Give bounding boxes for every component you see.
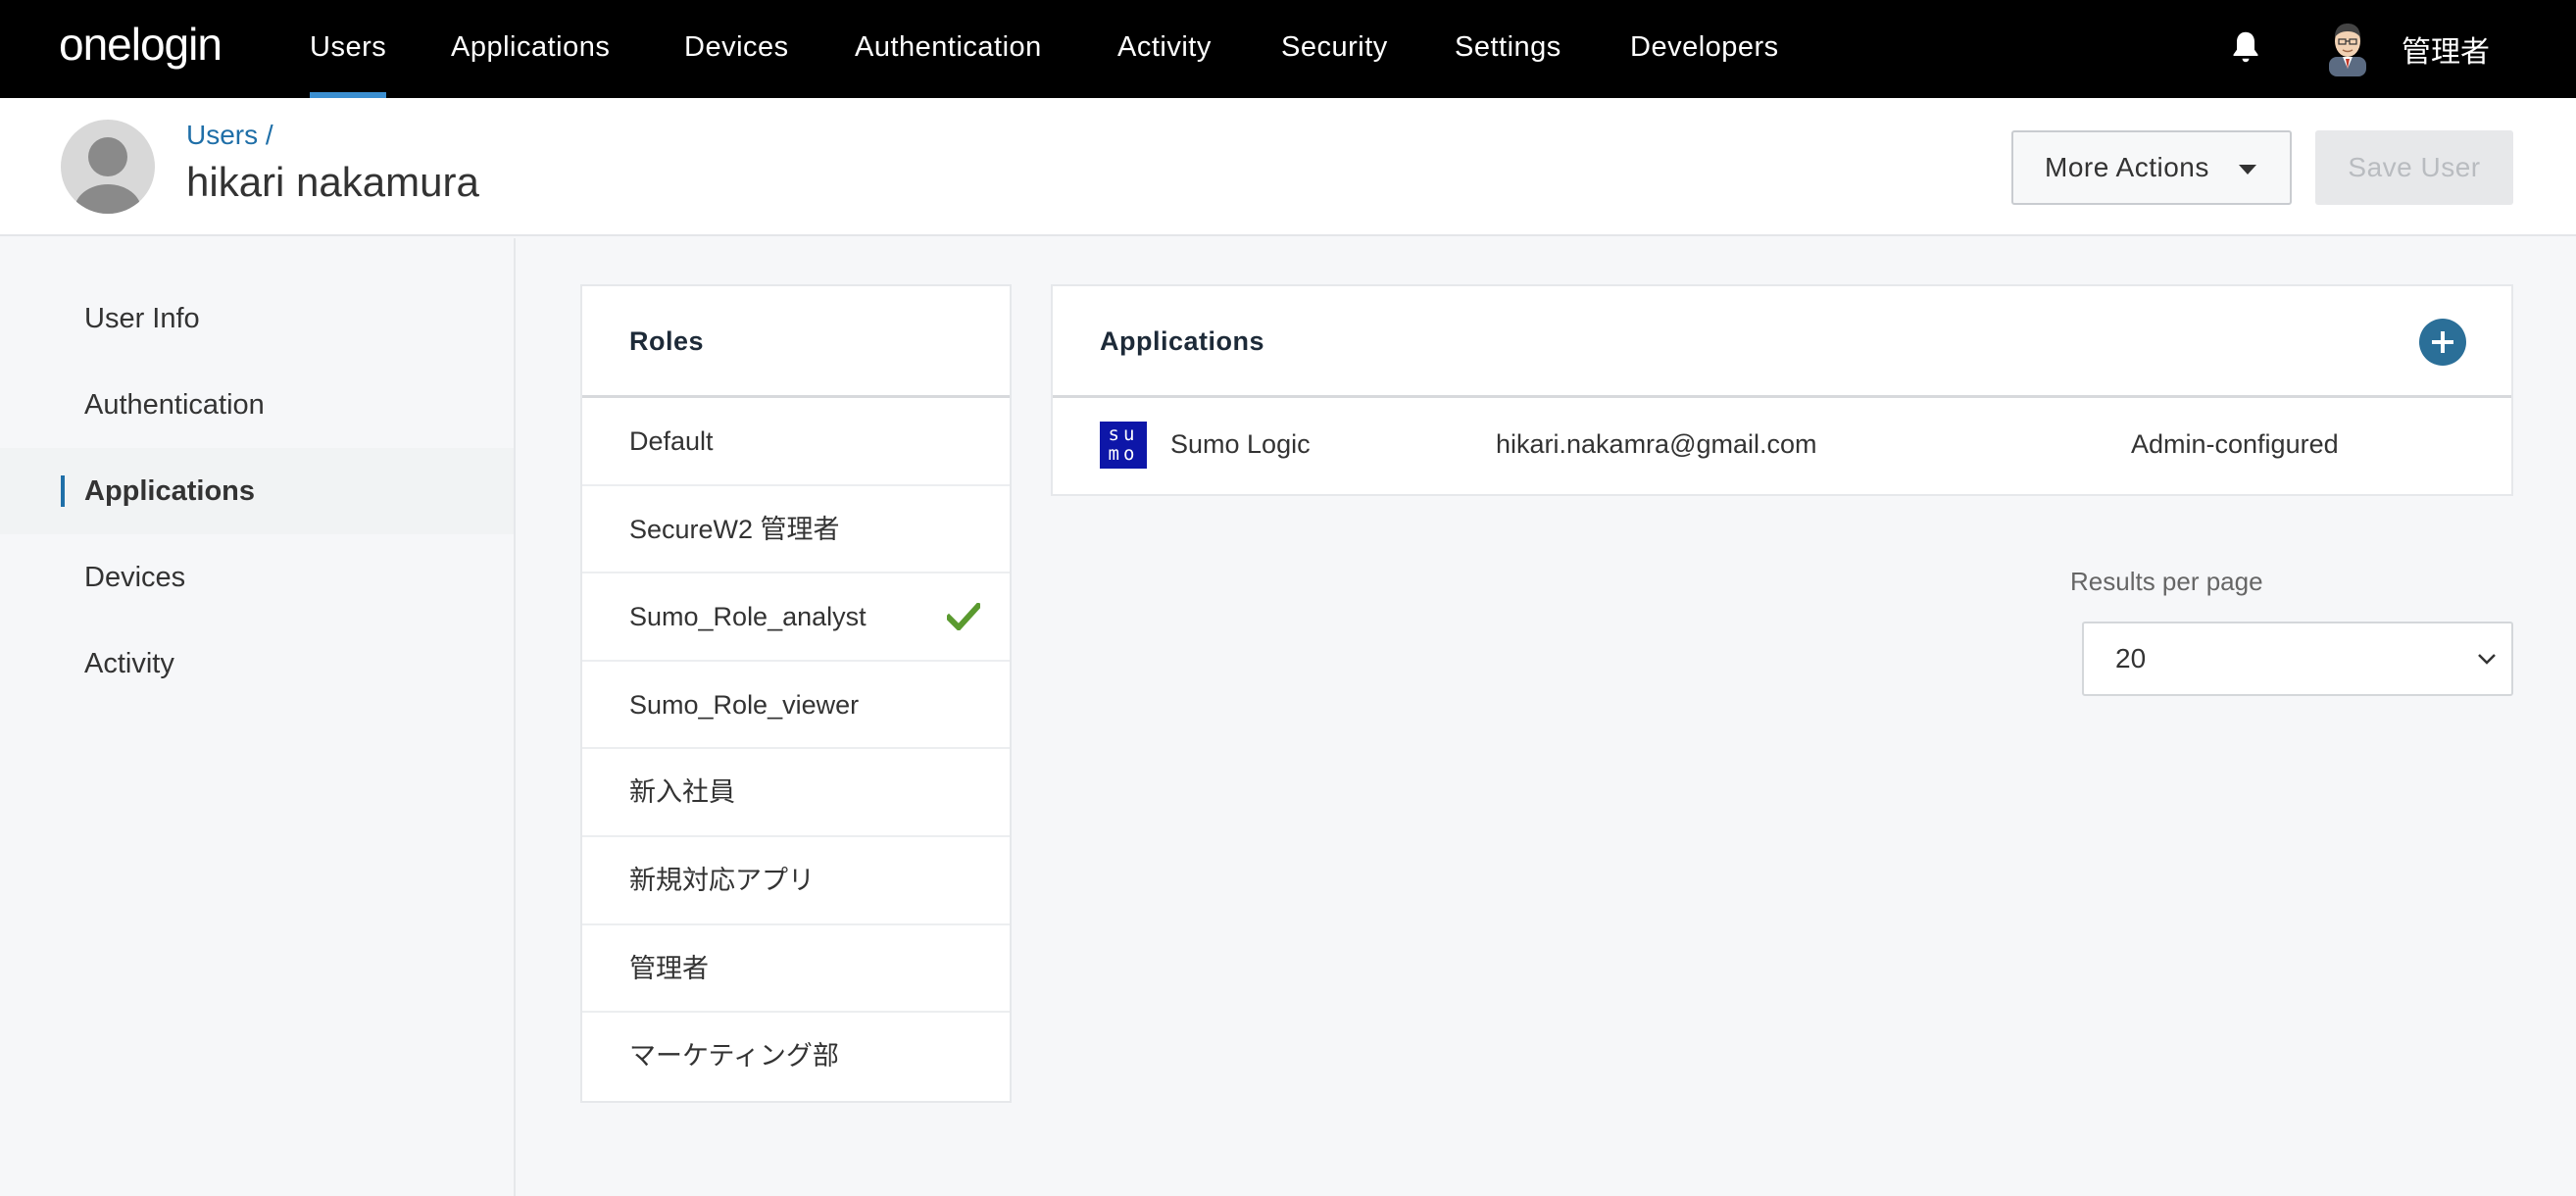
breadcrumb-users[interactable]: Users /: [186, 120, 273, 151]
table-row[interactable]: su mo Sumo Logic hikari.nakamra@gmail.co…: [1053, 398, 2511, 494]
nav-devices[interactable]: Devices: [684, 0, 789, 98]
sumo-logic-logo: su mo: [1100, 422, 1147, 469]
roles-heading: Roles: [582, 286, 1010, 398]
role-label: SecureW2 管理者: [629, 514, 840, 544]
chevron-down-icon: [2478, 654, 2496, 665]
results-per-page-select[interactable]: 20: [2082, 622, 2513, 696]
more-actions-label: More Actions: [2045, 152, 2209, 182]
check-icon: [947, 603, 980, 631]
nav-users[interactable]: Users: [310, 0, 387, 98]
nav-activity[interactable]: Activity: [1117, 0, 1212, 98]
sidebar-item-activity[interactable]: Activity: [0, 621, 514, 707]
applications-panel: Applications su mo Sumo Logic hikari.nak…: [1051, 284, 2513, 496]
user-avatar: [61, 120, 155, 214]
nav-developers[interactable]: Developers: [1630, 0, 1779, 98]
role-item[interactable]: 新入社員: [582, 749, 1010, 837]
role-item[interactable]: 新規対応アプリ: [582, 837, 1010, 925]
user-header: Users / hikari nakamura More Actions Sav…: [0, 98, 2576, 236]
user-silhouette-icon: [74, 137, 141, 214]
role-label: Default: [629, 426, 714, 456]
results-per-page-value: 20: [2115, 643, 2147, 673]
sidebar-item-user-info[interactable]: User Info: [0, 275, 514, 362]
app-name[interactable]: Sumo Logic: [1170, 429, 1311, 460]
role-item[interactable]: 管理者: [582, 925, 1010, 1014]
role-item[interactable]: Default: [582, 398, 1010, 486]
top-nav: onelogin Users Applications Devices Auth…: [0, 0, 2576, 98]
role-label: Sumo_Role_analyst: [629, 602, 867, 632]
page-title: hikari nakamura: [186, 159, 479, 205]
nav-security[interactable]: Security: [1281, 0, 1388, 98]
role-item[interactable]: SecureW2 管理者: [582, 486, 1010, 574]
role-item[interactable]: Sumo_Role_viewer: [582, 662, 1010, 750]
applications-heading-label: Applications: [1100, 326, 1265, 356]
user-sidebar: User Info Authentication Applications De…: [0, 238, 516, 1196]
roles-panel: Roles Default SecureW2 管理者 Sumo_Role_ana…: [580, 284, 1012, 1103]
applications-heading: Applications: [1053, 286, 2511, 398]
role-label: 新規対応アプリ: [629, 865, 815, 895]
nav-authentication[interactable]: Authentication: [855, 0, 1042, 98]
role-label: 新入社員: [629, 777, 735, 808]
role-item[interactable]: マーケティング部: [582, 1013, 1010, 1101]
role-label: Sumo_Role_viewer: [629, 689, 860, 720]
more-actions-button[interactable]: More Actions: [2011, 130, 2292, 205]
sidebar-item-devices[interactable]: Devices: [0, 534, 514, 621]
role-label: マーケティング部: [629, 1041, 839, 1071]
results-per-page-label: Results per page: [2070, 567, 2263, 596]
app-status: Admin-configured: [2131, 429, 2339, 459]
onelogin-logo[interactable]: onelogin: [59, 18, 223, 71]
role-label: 管理者: [629, 953, 709, 983]
save-user-button[interactable]: Save User: [2315, 130, 2513, 205]
nav-applications[interactable]: Applications: [451, 0, 610, 98]
nav-settings[interactable]: Settings: [1455, 0, 1561, 98]
bell-icon[interactable]: [2229, 29, 2262, 65]
role-item[interactable]: Sumo_Role_analyst: [582, 573, 1010, 662]
admin-name[interactable]: 管理者: [2402, 27, 2490, 71]
admin-avatar[interactable]: [2321, 18, 2374, 76]
app-login: hikari.nakamra@gmail.com: [1496, 429, 1817, 459]
caret-down-icon: [2239, 165, 2256, 174]
sidebar-item-applications[interactable]: Applications: [0, 448, 514, 534]
sidebar-item-authentication[interactable]: Authentication: [0, 362, 514, 448]
add-application-button[interactable]: [2419, 319, 2466, 366]
